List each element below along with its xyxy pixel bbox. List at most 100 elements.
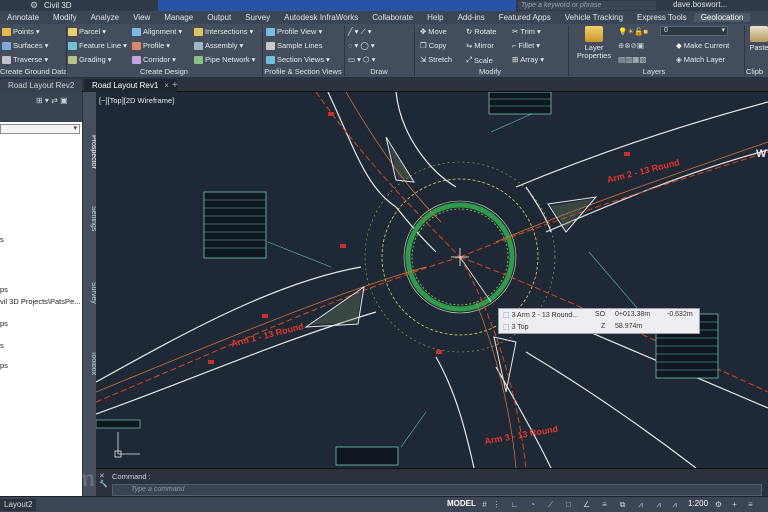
toolspace-toolbar-icons[interactable]: ⊞ ▾ ⇄ ▣ [36,96,68,105]
grading-button[interactable]: Grading ▾ [68,55,111,64]
list-item[interactable]: ps [0,285,8,294]
list-item[interactable]: ps [0,361,8,370]
sample-lines-button[interactable]: Sample Lines [266,41,322,50]
close-icon[interactable]: × [164,81,169,90]
view-dropdown[interactable]: ▾ [0,124,80,134]
polar-icon[interactable]: ◔ [528,500,537,509]
tab-vehicle-tracking[interactable]: Vehicle Tracking [558,13,630,22]
prospector-tree[interactable]: ▾ s ps vil 3D Projects\PatsPe... ps s ps [0,122,82,496]
points-button[interactable]: Points ▾ [2,27,40,36]
annotation-scale-icon[interactable]: ⩘ [670,500,679,509]
match-layer-button[interactable]: ◈ Match Layer [676,55,725,64]
isodraft-icon[interactable]: ⟋ [546,500,555,509]
match-layer-icon: ◈ [676,55,682,64]
tab-prospector[interactable]: Prospector [83,122,97,182]
move-button[interactable]: ✥ Move [420,27,447,36]
surfaces-button[interactable]: Surfaces ▾ [2,41,48,50]
paste-button[interactable]: Paste [748,26,768,52]
profile-icon [132,41,141,50]
tab-modify[interactable]: Modify [46,13,84,22]
fillet-button[interactable]: ⌐ Fillet ▾ [512,41,540,50]
grid-icon[interactable]: # [480,500,489,509]
object-tooltip: ⬚ 3 Arm 2 - 13 Round... SO 0+013.38m -0.… [498,308,700,334]
ortho-icon[interactable]: ∟ [510,500,519,509]
osnap-icon[interactable]: □ [564,500,573,509]
assembly-button[interactable]: Assembly ▾ [194,41,243,50]
gear-icon[interactable]: ⚙ [30,0,38,11]
title-bar: ⚙ Civil 3D Type a keyword or phrase dave… [0,0,768,11]
tab-add-ins[interactable]: Add-ins [451,13,492,22]
tab-infraworks[interactable]: Autodesk InfraWorks [277,13,365,22]
workspace-gear-icon[interactable]: ⚙ [714,500,723,509]
tab-manage[interactable]: Manage [157,13,200,22]
tab-survey[interactable]: Survey [238,13,277,22]
surfaces-icon [2,41,11,50]
model-space-toggle[interactable]: MODEL [447,499,476,508]
plus-icon[interactable]: + [730,500,739,509]
section-views-button[interactable]: Section Views ▾ [266,55,330,64]
layer-state-icons[interactable]: 💡☀🔓■ [618,27,648,36]
tab-analyze[interactable]: Analyze [84,13,126,22]
profile-view-button[interactable]: Profile View ▾ [266,27,322,36]
pipe-network-button[interactable]: Pipe Network ▾ [194,55,255,64]
rotate-button[interactable]: ↻ Rotate [466,27,496,36]
tab-output[interactable]: Output [200,13,238,22]
stretch-button[interactable]: ⇲ Stretch [420,55,452,64]
tab-layout2[interactable]: Layout2 [0,499,37,511]
command-line-controls[interactable]: ✕ 🔧 [99,472,109,496]
list-item[interactable]: s [0,341,4,350]
tab-road-layout-rev2[interactable]: Road Layout Rev2 [0,79,83,92]
tab-collaborate[interactable]: Collaborate [365,13,420,22]
selection-cycling-icon[interactable]: ⧉ [618,500,627,509]
layer-tools-row-2[interactable]: ▤▥▦▧ [618,55,646,64]
customization-icon[interactable]: ≡ [746,500,755,509]
tab-express-tools[interactable]: Express Tools [630,13,694,22]
scale-button[interactable]: ⤢ Scale [466,55,493,65]
copy-button[interactable]: ❐ Copy [420,41,446,50]
alignment-button[interactable]: Alignment ▾ [132,27,182,36]
list-item[interactable]: ps [0,319,8,328]
lineweight-icon[interactable]: ≡ [600,500,609,509]
command-input[interactable]: Type a command [112,484,762,496]
layer-properties-button[interactable]: Layer Properties [574,26,614,60]
corridor-button[interactable]: Corridor ▾ [132,55,176,64]
list-item[interactable]: vil 3D Projects\PatsPe... [0,297,80,306]
otrack-icon[interactable]: ∠ [582,500,591,509]
draw-rectangle-tool[interactable]: ▭ ▾ ⬡ ▾ [348,55,375,64]
drawing-canvas[interactable]: [−][Top][2D Wireframe] W Arm 1 - 13 Roun… [96,92,768,468]
tab-annotate[interactable]: Annotate [0,13,46,22]
traverse-button[interactable]: Traverse ▾ [2,55,48,64]
profile-button[interactable]: Profile ▾ [132,41,170,50]
parcel-icon [68,27,77,36]
new-tab-button[interactable]: + [172,80,178,91]
toolspace-vertical-tabs: Prospector Settings Survey Toolbox [82,92,97,496]
workspace-selector[interactable]: Civil 3D [44,1,72,10]
feature-line-button[interactable]: Feature Line ▾ [68,41,127,50]
list-item[interactable]: s [0,235,4,244]
draw-line-tool[interactable]: ╱ ▾ ⟋ ▾ [348,27,372,37]
annotation-visibility-icon[interactable]: ⩘ [636,500,645,509]
tab-help[interactable]: Help [420,13,450,22]
layer-tools-row[interactable]: ⊕⊗⊘▣ [618,41,644,50]
draw-circle-tool[interactable]: ◌ ▾ ◯ ▾ [348,41,375,50]
search-input[interactable]: Type a keyword or phrase [518,1,656,10]
snap-icon[interactable]: ⋮ [492,500,501,509]
tab-toolbox[interactable]: Toolbox [83,338,97,388]
array-button[interactable]: ⊞ Array ▾ [512,55,544,64]
annotation-scale[interactable]: 1:200 [688,499,708,508]
tab-view[interactable]: View [126,13,157,22]
parcel-button[interactable]: Parcel ▾ [68,27,106,36]
tab-survey[interactable]: Survey [83,268,97,318]
user-account[interactable]: dave.boswort... [673,0,727,9]
tab-featured-apps[interactable]: Featured Apps [492,13,558,22]
trim-button[interactable]: ✂ Trim ▾ [512,27,541,36]
layer-dropdown[interactable]: 0 ▾ [660,26,728,36]
make-current-button[interactable]: ◆ Make Current [676,41,729,50]
intersections-button[interactable]: Intersections ▾ [194,27,253,36]
tab-geolocation[interactable]: Geolocation [693,13,751,22]
tooltip-row-2: ⬚ 3 Top Z 58.974m [503,323,643,331]
tab-settings[interactable]: Settings [83,194,97,244]
mirror-button[interactable]: ⇋ Mirror [466,41,494,50]
autoscale-icon[interactable]: ⩘ [654,500,663,509]
tab-road-layout-rev1[interactable]: Road Layout Rev1 × [84,79,177,92]
